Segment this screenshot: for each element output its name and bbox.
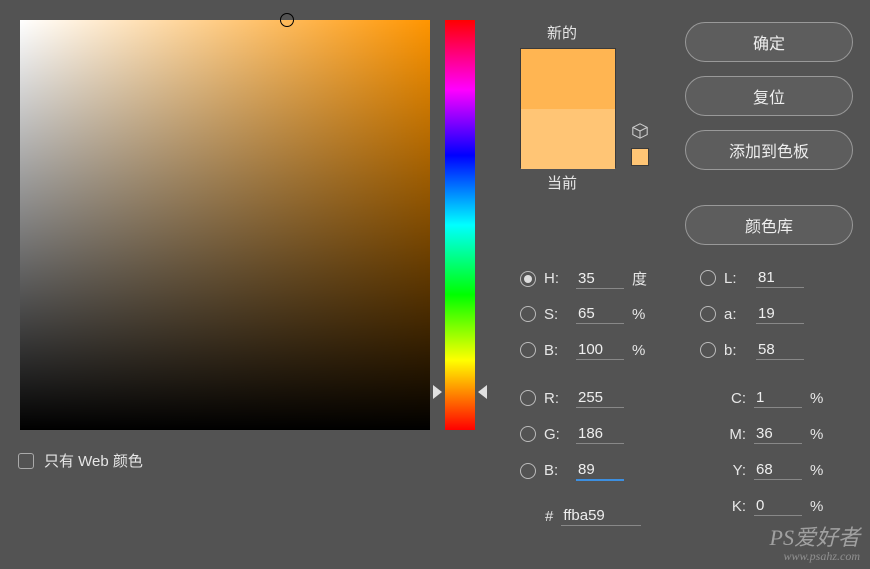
row-b-hsb: B: % xyxy=(520,340,652,360)
mini-swatch[interactable] xyxy=(631,148,649,166)
unit-s: % xyxy=(632,306,652,323)
radio-g[interactable] xyxy=(520,426,536,442)
input-y[interactable] xyxy=(754,460,802,480)
web-colors-row: 只有 Web 颜色 xyxy=(18,450,143,471)
label-a: a: xyxy=(724,306,748,323)
web-colors-label: 只有 Web 颜色 xyxy=(44,450,143,471)
unit-b-hsb: % xyxy=(632,342,652,359)
row-m: M: % xyxy=(700,424,830,444)
input-b-hsb[interactable] xyxy=(576,340,624,360)
color-preview-new xyxy=(521,49,615,109)
input-h[interactable] xyxy=(576,269,624,289)
input-k[interactable] xyxy=(754,496,802,516)
row-k: K: % xyxy=(700,496,830,516)
color-library-button[interactable]: 颜色库 xyxy=(685,205,853,245)
input-c[interactable] xyxy=(754,388,802,408)
radio-s[interactable] xyxy=(520,306,536,322)
label-b-hsb: B: xyxy=(544,342,568,359)
radio-b-hsb[interactable] xyxy=(520,342,536,358)
label-y: Y: xyxy=(724,462,746,479)
label-hex: # xyxy=(545,508,553,525)
color-field[interactable] xyxy=(20,20,430,430)
unit-k: % xyxy=(810,498,830,515)
unit-m: % xyxy=(810,426,830,443)
watermark: PS爱好者 www.psahz.com xyxy=(770,526,860,563)
ok-button[interactable]: 确定 xyxy=(685,22,853,62)
row-b-lab: b: xyxy=(700,340,804,360)
radio-a[interactable] xyxy=(700,306,716,322)
watermark-line1: PS爱好者 xyxy=(770,526,860,550)
web-colors-checkbox[interactable] xyxy=(18,453,34,469)
color-preview-current[interactable] xyxy=(521,109,615,169)
label-c: C: xyxy=(724,390,746,407)
label-g: G: xyxy=(544,426,568,443)
row-b-rgb: B: xyxy=(520,460,624,481)
row-y: Y: % xyxy=(700,460,830,480)
hue-slider[interactable] xyxy=(445,20,475,430)
color-preview xyxy=(520,48,616,168)
label-new: 新的 xyxy=(547,22,577,43)
row-hex: # xyxy=(545,506,641,526)
input-b-lab[interactable] xyxy=(756,340,804,360)
row-r: R: xyxy=(520,388,624,408)
label-m: M: xyxy=(724,426,746,443)
color-field-cursor[interactable] xyxy=(280,13,294,27)
input-l[interactable] xyxy=(756,268,804,288)
label-current: 当前 xyxy=(547,172,577,193)
radio-h[interactable] xyxy=(520,271,536,287)
input-a[interactable] xyxy=(756,304,804,324)
label-b-rgb: B: xyxy=(544,462,568,479)
row-g: G: xyxy=(520,424,624,444)
row-l: L: xyxy=(700,268,804,288)
radio-l[interactable] xyxy=(700,270,716,286)
label-b-lab: b: xyxy=(724,342,748,359)
hue-handle-left[interactable] xyxy=(433,385,442,399)
unit-h: 度 xyxy=(632,268,652,289)
cube-icon[interactable] xyxy=(631,122,649,140)
reset-button[interactable]: 复位 xyxy=(685,76,853,116)
unit-c: % xyxy=(810,390,830,407)
input-s[interactable] xyxy=(576,304,624,324)
watermark-line2: www.psahz.com xyxy=(770,550,860,563)
row-c: C: % xyxy=(700,388,830,408)
label-h: H: xyxy=(544,270,568,287)
label-l: L: xyxy=(724,270,748,287)
label-s: S: xyxy=(544,306,568,323)
radio-b-rgb[interactable] xyxy=(520,463,536,479)
input-g[interactable] xyxy=(576,424,624,444)
radio-r[interactable] xyxy=(520,390,536,406)
row-h: H: 度 xyxy=(520,268,652,289)
input-hex[interactable] xyxy=(561,506,641,526)
label-k: K: xyxy=(724,498,746,515)
hue-handle-right[interactable] xyxy=(478,385,487,399)
radio-b-lab[interactable] xyxy=(700,342,716,358)
unit-y: % xyxy=(810,462,830,479)
input-m[interactable] xyxy=(754,424,802,444)
row-s: S: % xyxy=(520,304,652,324)
input-r[interactable] xyxy=(576,388,624,408)
add-swatch-button[interactable]: 添加到色板 xyxy=(685,130,853,170)
label-r: R: xyxy=(544,390,568,407)
row-a: a: xyxy=(700,304,804,324)
input-b-rgb[interactable] xyxy=(576,460,624,481)
